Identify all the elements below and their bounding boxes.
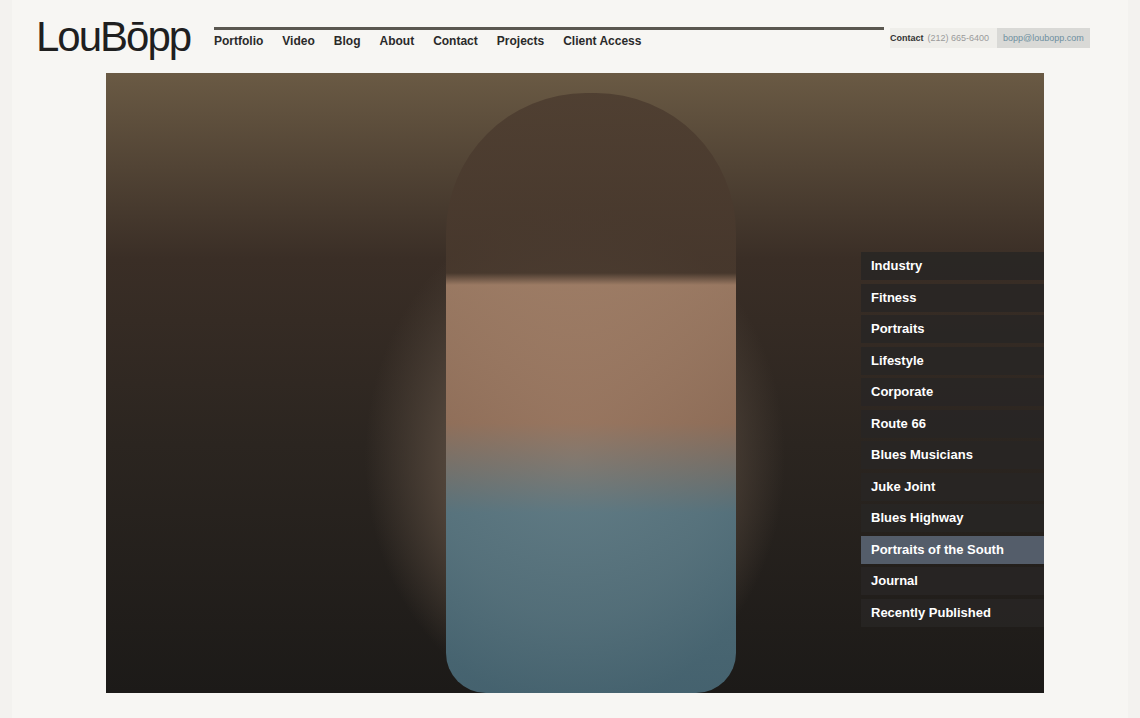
nav-item[interactable]: Contact (433, 34, 478, 48)
nav-item[interactable]: About (379, 34, 414, 48)
nav-item[interactable]: Portfolio (214, 34, 263, 48)
gallery-menu-item[interactable]: Route 66 (861, 410, 1044, 438)
main-nav: Portfolio Video Blog About Contact Projects Cl… (214, 27, 884, 48)
phone-number: (212) 665-6400 (928, 28, 998, 48)
header: LouBōpp Portfolio Video Blog About Contact Pr… (12, 0, 1128, 73)
contact-bar: Contact (212) 665-6400 bopp@loubopp.com (890, 28, 1090, 48)
gallery-menu: Industry Fitness Portraits Lifestyle Corpora… (861, 252, 1044, 630)
gallery-menu-item[interactable]: Juke Joint (861, 473, 1044, 501)
nav-item[interactable]: Projects (497, 34, 544, 48)
gallery-menu-item[interactable]: Journal (861, 567, 1044, 595)
nav-item[interactable]: Blog (334, 34, 361, 48)
logo[interactable]: LouBōpp (36, 0, 214, 58)
contact-label: Contact (890, 28, 928, 48)
gallery-menu-item[interactable]: Portraits of the South (861, 536, 1044, 564)
gallery-menu-item[interactable]: Lifestyle (861, 347, 1044, 375)
gallery-menu-item[interactable]: Blues Musicians (861, 441, 1044, 469)
nav-item[interactable]: Video (282, 34, 314, 48)
gallery-menu-item[interactable]: Recently Published (861, 599, 1044, 627)
gallery-menu-item[interactable]: Blues Highway (861, 504, 1044, 532)
portrait-subject (446, 93, 736, 693)
gallery-menu-item[interactable]: Corporate (861, 378, 1044, 406)
nav-item[interactable]: Client Access (563, 34, 641, 48)
gallery-menu-item[interactable]: Industry (861, 252, 1044, 280)
main: Industry Fitness Portraits Lifestyle Corpora… (12, 73, 1128, 718)
gallery-menu-item[interactable]: Fitness (861, 284, 1044, 312)
hero-photo: Industry Fitness Portraits Lifestyle Corpora… (106, 73, 1044, 693)
email-link[interactable]: bopp@loubopp.com (997, 28, 1090, 48)
gallery-menu-item[interactable]: Portraits (861, 315, 1044, 343)
page: LouBōpp Portfolio Video Blog About Contact Pr… (0, 0, 1140, 718)
